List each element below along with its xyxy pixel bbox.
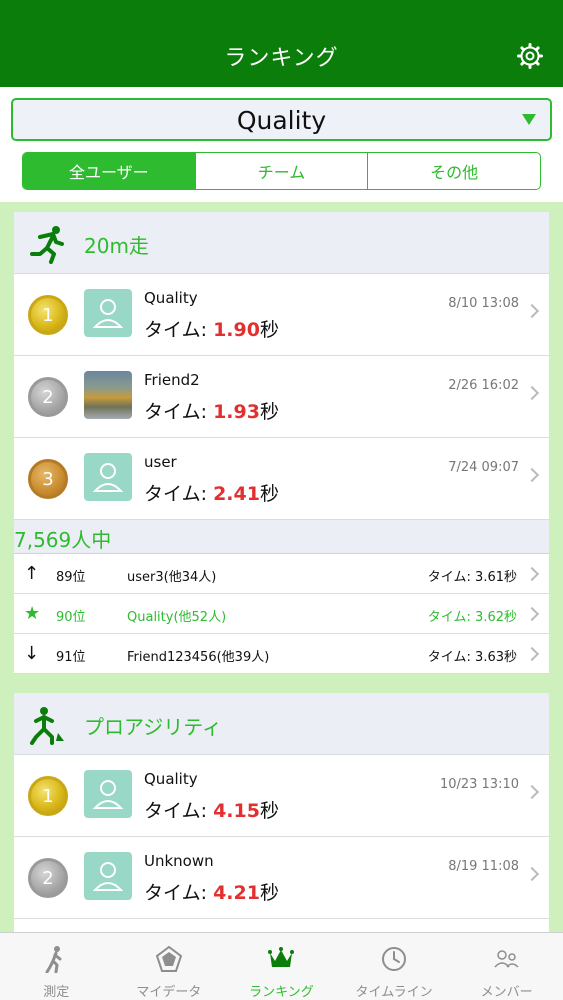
- avatar: [84, 770, 132, 818]
- members-icon: [494, 950, 519, 968]
- down-arrow-icon: ↓: [24, 643, 40, 664]
- up-arrow-icon: ↑: [24, 563, 40, 584]
- gold-medal-icon: 1: [28, 295, 68, 335]
- record-date: 8/10 13:08: [448, 296, 519, 311]
- record-date: 7/24 09:07: [448, 460, 519, 475]
- chevron-right-icon: [524, 866, 540, 882]
- nearby-rank-row[interactable]: ↓ 91位 Friend123456(他39人) タイム: 3.63秒: [14, 634, 549, 674]
- walking-person-icon: [45, 946, 62, 973]
- total-participants-bar: 7,569人中: [14, 520, 549, 554]
- user-name: Quality: [144, 289, 198, 307]
- user-name: Quality(他52人): [127, 610, 227, 625]
- tab-my-data[interactable]: マイデータ: [113, 933, 226, 1000]
- tab-label: マイデータ: [136, 985, 202, 1000]
- chevron-right-icon: [524, 784, 540, 800]
- ranking-row[interactable]: 3 user タイム: 2.41秒 7/24 09:07: [14, 438, 549, 520]
- record-time: タイム: 4.21秒: [144, 882, 279, 904]
- chevron-right-icon: [524, 385, 540, 401]
- gear-icon[interactable]: [517, 43, 543, 69]
- user-name: Friend123456(他39人): [127, 650, 270, 665]
- pentagon-chart-icon: [155, 945, 183, 972]
- chevron-right-icon: [524, 566, 540, 582]
- bronze-medal-icon: 3: [28, 459, 68, 499]
- tab-label: タイムライン: [355, 985, 433, 1000]
- ranking-card-sprint: 20m走 1 Quality タイム: 1.90秒 8/10 13:08 2 F…: [14, 212, 549, 674]
- agility-icon: [30, 707, 64, 745]
- ranking-row[interactable]: 2 Friend2 タイム: 1.93秒 2/26 16:02: [14, 356, 549, 438]
- ranking-row[interactable]: 1 Quality タイム: 1.90秒 8/10 13:08: [14, 274, 549, 356]
- total-participants: 7,569人中: [14, 528, 112, 552]
- record-time: タイム: 3.61秒: [427, 570, 517, 585]
- nav-bar: ランキング: [0, 0, 563, 87]
- tab-label: ランキング: [249, 985, 314, 1000]
- nearby-rank-row[interactable]: ↑ 89位 user3(他34人) タイム: 3.61秒: [14, 554, 549, 594]
- chevron-right-icon: [524, 467, 540, 483]
- star-icon: ★: [24, 603, 41, 624]
- selector-value: Quality: [236, 106, 327, 135]
- record-date: 10/23 13:10: [439, 777, 519, 792]
- silver-medal-icon: 2: [28, 858, 68, 898]
- record-time: タイム: 1.90秒: [144, 319, 279, 341]
- user-scope-segment: 全ユーザー チーム その他: [22, 152, 541, 190]
- tab-ranking[interactable]: ランキング: [225, 933, 338, 1000]
- tab-bar: 測定 マイデータ ランキング タイムライン メンバー: [0, 932, 563, 1000]
- rank-position: 89位: [56, 570, 86, 585]
- chevron-right-icon: [524, 606, 540, 622]
- card-header: プロアジリティ: [14, 693, 549, 755]
- ranking-row[interactable]: 1 Quality タイム: 4.15秒 10/23 13:10: [14, 755, 549, 837]
- card-header: 20m走: [14, 212, 549, 274]
- ranking-card-agility: プロアジリティ 1 Quality タイム: 4.15秒 10/23 13:10…: [14, 693, 549, 932]
- segment-team[interactable]: チーム: [194, 153, 368, 189]
- category-selector[interactable]: Quality: [11, 98, 552, 141]
- record-time: タイム: 4.15秒: [144, 800, 279, 822]
- page-title: ランキング: [224, 46, 339, 71]
- avatar: [84, 852, 132, 900]
- tab-members[interactable]: メンバー: [450, 933, 563, 1000]
- avatar-photo: [84, 371, 132, 419]
- tab-timeline[interactable]: タイムライン: [338, 933, 451, 1000]
- ranking-row[interactable]: 2 Unknown タイム: 4.21秒 8/19 11:08: [14, 837, 549, 919]
- record-time: タイム: 1.93秒: [144, 401, 279, 423]
- record-time: タイム: 3.62秒: [427, 610, 517, 625]
- sprint-icon: [30, 226, 64, 264]
- rank-position: 91位: [56, 650, 86, 665]
- user-placeholder-icon: [92, 463, 124, 492]
- record-date: 8/19 11:08: [448, 859, 519, 874]
- user-placeholder-icon: [92, 780, 124, 809]
- record-time: タイム: 3.63秒: [427, 650, 517, 665]
- user-name: Friend2: [144, 371, 200, 389]
- silver-medal-icon: 2: [28, 377, 68, 417]
- user-name: Unknown: [144, 852, 214, 870]
- chevron-right-icon: [524, 646, 540, 662]
- chevron-right-icon: [524, 303, 540, 319]
- user-placeholder-icon: [92, 862, 124, 891]
- category-title: 20m走: [84, 234, 149, 258]
- tab-label: 測定: [43, 985, 70, 1000]
- rank-position: 90位: [56, 610, 86, 625]
- tab-label: メンバー: [480, 985, 533, 1000]
- category-title: プロアジリティ: [84, 715, 222, 739]
- user-name: user3(他34人): [127, 570, 217, 585]
- segment-other[interactable]: その他: [367, 153, 540, 189]
- dropdown-arrow-icon: [522, 114, 536, 125]
- crown-icon: [268, 947, 295, 967]
- record-date: 2/26 16:02: [448, 378, 519, 393]
- avatar: [84, 289, 132, 337]
- record-time: タイム: 2.41秒: [144, 483, 279, 505]
- tab-measure[interactable]: 測定: [0, 933, 113, 1000]
- user-name: user: [144, 453, 177, 471]
- clock-icon: [382, 947, 407, 971]
- segment-all-users[interactable]: 全ユーザー: [23, 153, 195, 189]
- user-placeholder-icon: [92, 299, 124, 328]
- nearby-rank-row-self[interactable]: ★ 90位 Quality(他52人) タイム: 3.62秒: [14, 594, 549, 634]
- avatar: [84, 453, 132, 501]
- user-name: Quality: [144, 770, 198, 788]
- gold-medal-icon: 1: [28, 776, 68, 816]
